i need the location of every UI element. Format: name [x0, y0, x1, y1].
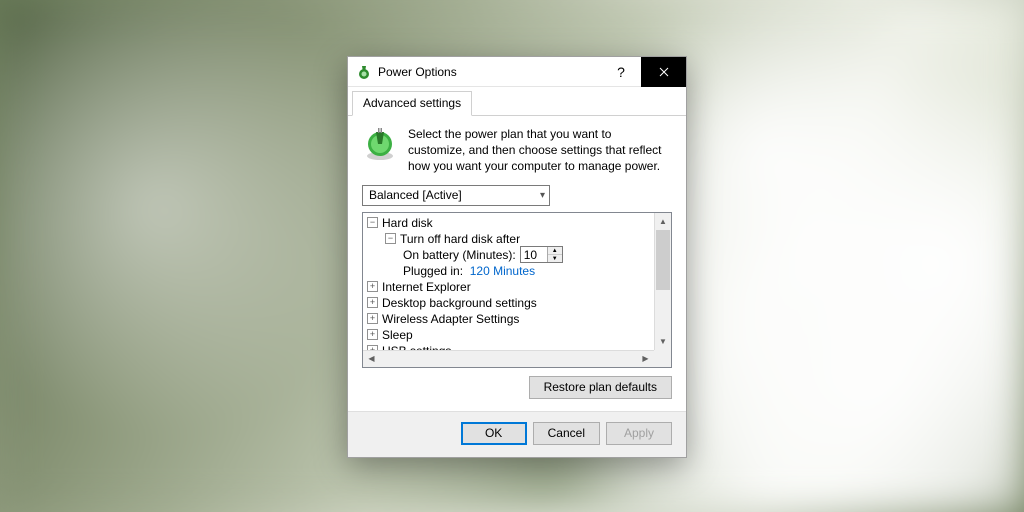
expand-icon[interactable]: +: [367, 329, 378, 340]
chevron-down-icon: ▾: [540, 190, 545, 201]
tree-item-internet-explorer[interactable]: + Internet Explorer: [367, 279, 654, 295]
on-battery-minutes-spinner[interactable]: 10 ▲▼: [520, 246, 563, 263]
plan-selected-label: Balanced [Active]: [369, 188, 462, 202]
scroll-left-icon[interactable]: ◀: [363, 351, 380, 367]
cancel-button[interactable]: Cancel: [533, 422, 600, 445]
titlebar[interactable]: Power Options ?: [348, 57, 686, 87]
tree-item-wireless-adapter[interactable]: + Wireless Adapter Settings: [367, 311, 654, 327]
expand-icon[interactable]: +: [367, 313, 378, 324]
ok-button[interactable]: OK: [461, 422, 527, 445]
scrollbar-corner: [654, 350, 671, 367]
spin-down-icon[interactable]: ▼: [548, 255, 562, 262]
collapse-icon[interactable]: −: [367, 217, 378, 228]
window-title: Power Options: [378, 65, 601, 79]
expand-icon[interactable]: +: [367, 297, 378, 308]
scroll-down-icon[interactable]: ▼: [655, 333, 671, 350]
on-battery-value[interactable]: 10: [521, 247, 547, 262]
tab-strip: Advanced settings: [348, 87, 686, 116]
tree-item-hard-disk[interactable]: − Hard disk: [367, 215, 654, 231]
power-plan-select[interactable]: Balanced [Active] ▾: [362, 185, 550, 206]
plugged-in-value-link[interactable]: 120 Minutes: [470, 264, 535, 278]
power-icon: [356, 64, 372, 80]
horizontal-scrollbar[interactable]: ◀ ▶: [363, 350, 654, 367]
tab-advanced-settings[interactable]: Advanced settings: [352, 91, 472, 116]
intro-row: Select the power plan that you want to c…: [362, 126, 672, 175]
tree-item-usb[interactable]: + USB settings: [367, 343, 654, 350]
scroll-up-icon[interactable]: ▲: [655, 213, 671, 230]
help-button[interactable]: ?: [601, 57, 641, 87]
close-button[interactable]: [641, 57, 686, 87]
scrollbar-thumb[interactable]: [656, 230, 670, 290]
collapse-icon[interactable]: −: [385, 233, 396, 244]
tree-item-on-battery[interactable]: On battery (Minutes): 10 ▲▼: [367, 247, 654, 263]
tree-item-plugged-in[interactable]: Plugged in: 120 Minutes: [367, 263, 654, 279]
tree-item-desktop-background[interactable]: + Desktop background settings: [367, 295, 654, 311]
intro-text: Select the power plan that you want to c…: [408, 126, 672, 175]
apply-button: Apply: [606, 422, 672, 445]
settings-tree: − Hard disk − Turn off hard disk after O…: [362, 212, 672, 368]
power-plan-icon: [362, 126, 398, 162]
scroll-right-icon[interactable]: ▶: [637, 351, 654, 367]
restore-defaults-button[interactable]: Restore plan defaults: [529, 376, 672, 399]
dialog-footer: OK Cancel Apply: [348, 411, 686, 457]
vertical-scrollbar[interactable]: ▲ ▼: [654, 213, 671, 350]
tree-item-turn-off-hard-disk[interactable]: − Turn off hard disk after: [367, 231, 654, 247]
tree-item-sleep[interactable]: + Sleep: [367, 327, 654, 343]
power-options-dialog: Power Options ? Advanced settings Select…: [347, 56, 687, 458]
expand-icon[interactable]: +: [367, 281, 378, 292]
dialog-content: Select the power plan that you want to c…: [348, 116, 686, 411]
spin-up-icon[interactable]: ▲: [548, 247, 562, 255]
